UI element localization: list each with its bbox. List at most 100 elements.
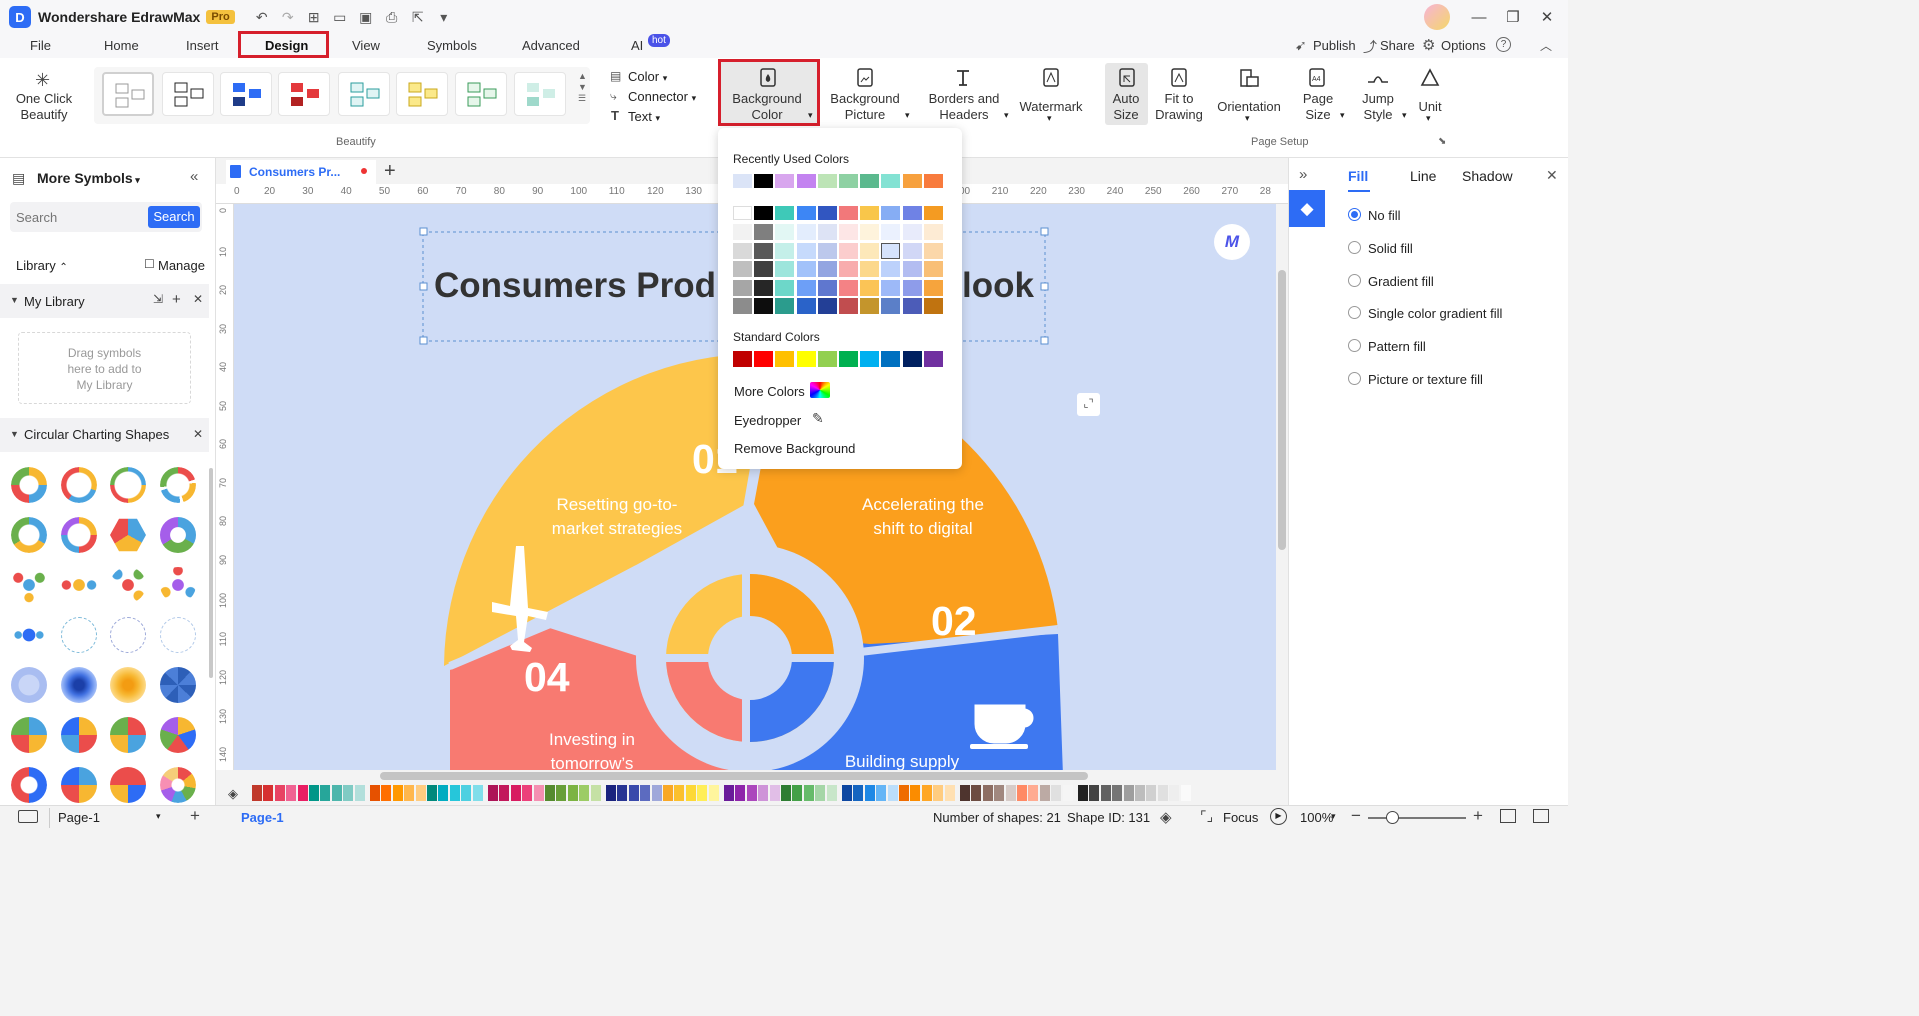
publish-button[interactable]: Publish — [1313, 38, 1356, 53]
expand-triangle-icon[interactable]: ▼ — [10, 295, 19, 305]
strip-color-swatch[interactable] — [286, 785, 297, 801]
strip-color-swatch[interactable] — [472, 785, 483, 801]
color-swatch[interactable] — [923, 261, 943, 278]
strip-color-swatch[interactable] — [320, 785, 331, 801]
save-icon[interactable]: ▣ — [353, 6, 379, 28]
radio-no-fill[interactable] — [1348, 208, 1361, 221]
more-symbols-button[interactable]: More Symbols ▾ — [37, 170, 140, 186]
symbol-pie-6[interactable] — [110, 767, 146, 803]
strip-color-swatch[interactable] — [746, 785, 757, 801]
color-swatch[interactable] — [902, 242, 922, 259]
category-label[interactable]: Circular Charting Shapes — [24, 427, 169, 442]
collapse-ribbon-icon[interactable]: ︿ — [1540, 37, 1552, 54]
strip-color-swatch[interactable] — [994, 785, 1005, 801]
color-swatch[interactable] — [839, 261, 858, 278]
color-swatch[interactable] — [733, 206, 752, 220]
color-swatch[interactable] — [796, 298, 816, 315]
manage-button[interactable]: Manage — [158, 258, 205, 273]
fill-paint-icon[interactable]: ◆ — [1289, 190, 1325, 227]
color-swatch[interactable] — [817, 224, 837, 240]
symbol-ring-3[interactable] — [110, 467, 146, 503]
strip-color-swatch[interactable] — [415, 785, 426, 801]
strip-color-swatch[interactable] — [674, 785, 685, 801]
symbol-cycle-nodes[interactable] — [160, 517, 196, 553]
customize-quick-access-icon[interactable]: ▾ — [431, 6, 457, 28]
color-swatch[interactable] — [775, 279, 795, 296]
style-thumb-8[interactable] — [514, 72, 566, 116]
color-swatch[interactable] — [817, 298, 837, 315]
horizontal-scroll-thumb[interactable] — [380, 772, 1088, 780]
radio-gradient-fill[interactable] — [1348, 274, 1361, 287]
strip-color-swatch[interactable] — [971, 785, 982, 801]
strip-color-swatch[interactable] — [590, 785, 601, 801]
symbol-pie-4[interactable] — [160, 717, 196, 753]
strip-color-swatch[interactable] — [708, 785, 719, 801]
strip-color-swatch[interactable] — [297, 785, 308, 801]
strip-color-swatch[interactable] — [628, 785, 639, 801]
color-swatch[interactable] — [754, 206, 774, 220]
strip-color-swatch[interactable] — [343, 785, 354, 801]
color-swatch[interactable] — [733, 298, 752, 315]
strip-color-swatch[interactable] — [1089, 785, 1100, 801]
color-swatch[interactable] — [733, 261, 752, 278]
strip-color-swatch[interactable] — [1180, 785, 1191, 801]
color-swatch[interactable] — [775, 298, 795, 315]
export-icon[interactable]: ⇱ — [405, 6, 431, 28]
strip-color-swatch[interactable] — [274, 785, 285, 801]
color-swatch[interactable] — [923, 242, 943, 259]
strip-color-swatch[interactable] — [579, 785, 590, 801]
strip-color-swatch[interactable] — [1146, 785, 1157, 801]
eyedropper-button[interactable]: Eyedropper — [734, 413, 801, 428]
style-thumb-5[interactable] — [338, 72, 390, 116]
strip-color-swatch[interactable] — [1028, 785, 1039, 801]
option-gradient-fill[interactable]: Gradient fill — [1368, 274, 1434, 289]
color-swatch[interactable] — [733, 224, 752, 240]
strip-color-swatch[interactable] — [663, 785, 673, 801]
symbol-ring-6[interactable] — [61, 517, 97, 553]
strip-color-swatch[interactable] — [982, 785, 993, 801]
option-picture-fill[interactable]: Picture or texture fill — [1368, 372, 1483, 387]
color-swatch[interactable] — [881, 351, 901, 367]
symbol-hub-2[interactable] — [61, 567, 97, 603]
strip-color-swatch[interactable] — [556, 785, 567, 801]
tab-view[interactable]: View — [352, 38, 380, 53]
strip-color-swatch[interactable] — [758, 785, 769, 801]
strip-color-swatch[interactable] — [842, 785, 852, 801]
color-swatch[interactable] — [923, 174, 943, 188]
strip-color-swatch[interactable] — [803, 785, 814, 801]
style-thumb-2[interactable] — [162, 72, 214, 116]
strip-color-swatch[interactable] — [864, 785, 875, 801]
search-button[interactable]: Search — [148, 206, 200, 228]
tab-file[interactable]: File — [30, 38, 51, 53]
background-picture-button[interactable]: Background Picture — [826, 91, 904, 123]
style-thumb-1[interactable] — [102, 72, 154, 116]
color-swatch[interactable] — [860, 351, 880, 367]
strip-color-swatch[interactable] — [769, 785, 780, 801]
remove-background-button[interactable]: Remove Background — [734, 441, 855, 456]
symbol-ring-8[interactable] — [160, 767, 196, 803]
color-swatch[interactable] — [839, 242, 858, 259]
collapse-panel-icon[interactable]: « — [190, 168, 198, 185]
tab-advanced[interactable]: Advanced — [522, 38, 580, 53]
zoom-level[interactable]: 100% — [1300, 810, 1333, 825]
radio-pattern-fill[interactable] — [1348, 339, 1361, 352]
strip-color-swatch[interactable] — [1135, 785, 1145, 801]
redo-icon[interactable]: ↷ — [275, 6, 301, 28]
option-single-gradient-fill[interactable]: Single color gradient fill — [1368, 306, 1502, 321]
symbol-pie-3[interactable] — [110, 717, 146, 753]
strip-color-swatch[interactable] — [640, 785, 651, 801]
color-swatch[interactable] — [796, 174, 816, 188]
color-swatch[interactable] — [754, 261, 774, 278]
symbol-concentric-orange[interactable] — [110, 667, 146, 703]
fit-page-icon[interactable] — [1500, 809, 1516, 823]
strip-color-swatch[interactable] — [735, 785, 746, 801]
color-swatch[interactable] — [881, 224, 901, 240]
close-icon[interactable]: ✕ — [1546, 167, 1558, 184]
strip-color-swatch[interactable] — [617, 785, 628, 801]
ai-assistant-icon[interactable]: M — [1214, 224, 1250, 260]
jump-style-button[interactable]: Jump Style — [1356, 91, 1400, 123]
strip-color-swatch[interactable] — [921, 785, 932, 801]
strip-color-swatch[interactable] — [533, 785, 544, 801]
strip-color-swatch[interactable] — [606, 785, 616, 801]
color-swatch[interactable] — [817, 206, 837, 220]
